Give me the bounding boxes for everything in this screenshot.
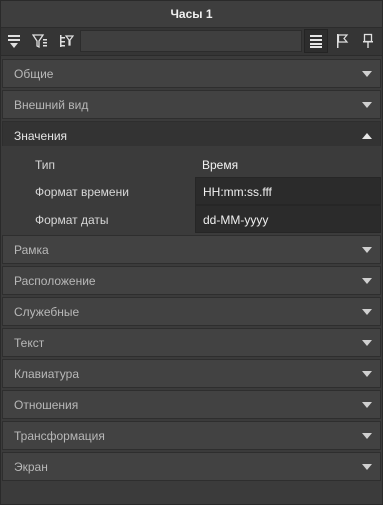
section-screen[interactable]: Экран — [2, 452, 381, 481]
chevron-down-icon — [362, 371, 372, 377]
list-view-icon[interactable] — [304, 29, 328, 53]
section-keyboard[interactable]: Клавиатура — [2, 359, 381, 388]
chevron-down-icon — [362, 464, 372, 470]
flag-icon[interactable] — [330, 29, 354, 53]
property-row-type: Тип Время — [2, 150, 381, 178]
chevron-down-icon — [362, 71, 372, 77]
section-label: Экран — [14, 460, 48, 474]
time-format-label: Формат времени — [35, 185, 129, 199]
chevron-up-icon — [362, 133, 372, 139]
section-text[interactable]: Текст — [2, 328, 381, 357]
section-label: Рамка — [14, 243, 49, 257]
section-relations[interactable]: Отношения — [2, 390, 381, 419]
chevron-down-icon — [362, 402, 372, 408]
chevron-down-icon — [362, 247, 372, 253]
property-row-time-format: Формат времени HH:mm:ss.fff — [2, 177, 381, 205]
section-label: Клавиатура — [14, 367, 79, 381]
date-format-label: Формат даты — [35, 213, 109, 227]
type-value[interactable]: Время — [202, 158, 238, 172]
chevron-down-icon — [362, 340, 372, 346]
section-label: Трансформация — [14, 429, 105, 443]
filter-icon[interactable] — [28, 29, 52, 53]
tree-filter-icon[interactable] — [54, 29, 78, 53]
collapse-icon[interactable] — [2, 29, 26, 53]
section-label: Внешний вид — [14, 98, 89, 112]
section-appearance[interactable]: Внешний вид — [2, 90, 381, 119]
chevron-down-icon — [362, 433, 372, 439]
section-label: Отношения — [14, 398, 79, 412]
section-transform[interactable]: Трансформация — [2, 421, 381, 450]
property-row-date-format: Формат даты dd-MM-yyyy — [2, 205, 381, 233]
section-label: Расположение — [14, 274, 96, 288]
search-input[interactable] — [80, 30, 302, 52]
chevron-down-icon — [362, 278, 372, 284]
section-position[interactable]: Расположение — [2, 266, 381, 295]
properties-panel: Часы 1 Общие Внешний вид Значения Тип Вр… — [0, 0, 383, 505]
section-border[interactable]: Рамка — [2, 235, 381, 264]
type-label: Тип — [35, 158, 56, 172]
section-label: Служебные — [14, 305, 80, 319]
section-service[interactable]: Служебные — [2, 297, 381, 326]
date-format-field[interactable]: dd-MM-yyyy — [195, 205, 381, 233]
section-label: Общие — [14, 67, 54, 81]
toolbar — [1, 28, 382, 56]
panel-title: Часы 1 — [1, 1, 382, 28]
chevron-down-icon — [362, 309, 372, 315]
section-label: Значения — [14, 129, 68, 143]
pin-icon[interactable] — [356, 29, 380, 53]
section-label: Текст — [14, 336, 45, 350]
section-general[interactable]: Общие — [2, 59, 381, 88]
time-format-field[interactable]: HH:mm:ss.fff — [195, 177, 381, 205]
chevron-down-icon — [362, 102, 372, 108]
